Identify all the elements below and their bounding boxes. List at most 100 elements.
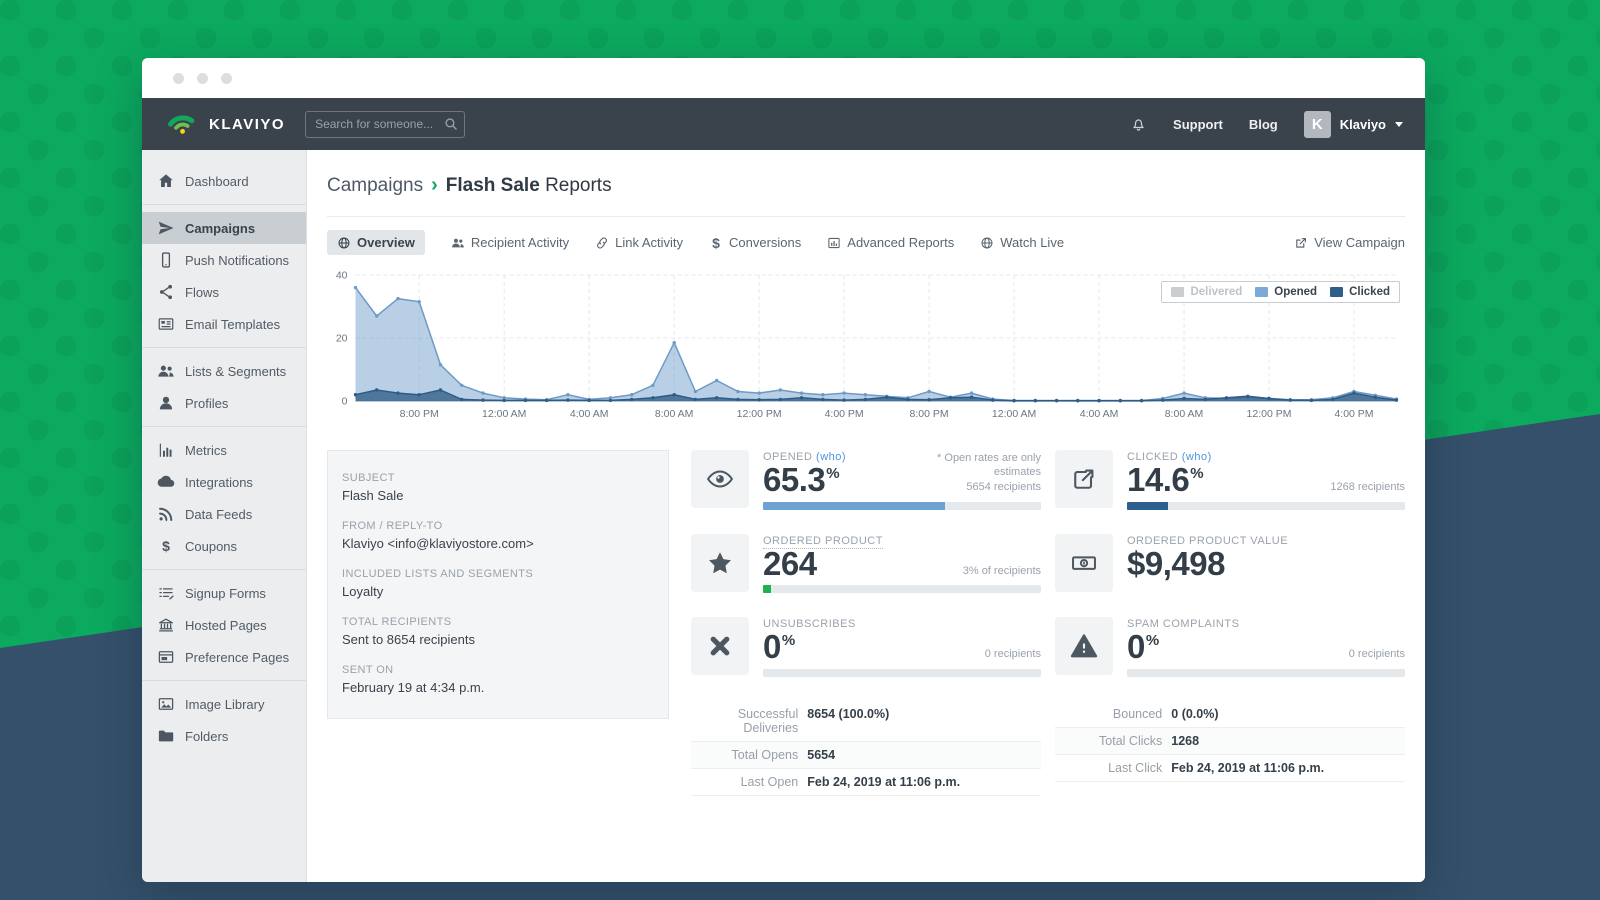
view-campaign-label: View Campaign <box>1314 235 1405 250</box>
info-value: Sent to 8654 recipients <box>342 632 654 647</box>
table-row: Total Clicks 1268 <box>1055 728 1405 755</box>
page-type-label: Reports <box>545 175 612 196</box>
window-control-dot[interactable] <box>173 73 184 84</box>
summary-value: 0 (0.0%) <box>1171 707 1218 721</box>
dollar-icon: $ <box>157 537 175 555</box>
warning-triangle-icon <box>1055 617 1113 675</box>
sidebar-item-folders[interactable]: Folders <box>142 720 306 752</box>
navbar-right: Support Blog K Klaviyo <box>1130 111 1403 138</box>
summary-value: Feb 24, 2019 at 11:06 p.m. <box>1171 761 1324 775</box>
tab-recipient-activity[interactable]: Recipient Activity <box>451 235 569 250</box>
stat-label: SPAM COMPLAINTS <box>1127 618 1405 630</box>
info-label: SENT ON <box>342 664 654 676</box>
svg-text:0: 0 <box>342 396 348 408</box>
money-bill-icon <box>1055 534 1113 592</box>
sidebar-item-image-library[interactable]: Image Library <box>142 688 306 720</box>
sidebar-item-label: Coupons <box>185 539 237 554</box>
sidebar-item-label: Preference Pages <box>185 650 289 665</box>
info-total-recipients: TOTAL RECIPIENTS Sent to 8654 recipients <box>342 616 654 647</box>
sidebar-item-dashboard[interactable]: Dashboard <box>142 165 306 197</box>
tab-watch-live[interactable]: Watch Live <box>980 235 1064 250</box>
sidebar-item-metrics[interactable]: Metrics <box>142 434 306 466</box>
brand-name: KLAVIYO <box>209 116 285 133</box>
legend-opened[interactable]: Opened <box>1255 286 1317 298</box>
sidebar-item-hosted-pages[interactable]: Hosted Pages <box>142 609 306 641</box>
info-label: INCLUDED LISTS AND SEGMENTS <box>342 568 654 580</box>
open-rate-estimate-note: * Open rates are only estimates <box>937 452 1041 480</box>
tab-label: Recipient Activity <box>471 235 569 250</box>
progress-bar <box>1127 669 1405 677</box>
legend-delivered[interactable]: Delivered <box>1171 286 1242 298</box>
sidebar-item-signup-forms[interactable]: Signup Forms <box>142 577 306 609</box>
tab-label: Watch Live <box>1000 235 1064 250</box>
sidebar-item-label: Hosted Pages <box>185 618 267 633</box>
nav-link-blog[interactable]: Blog <box>1249 117 1278 132</box>
sidebar-item-flows[interactable]: Flows <box>142 276 306 308</box>
breadcrumb-campaigns-link[interactable]: Campaigns <box>327 175 423 197</box>
paper-plane-icon <box>157 219 175 237</box>
tab-link-activity[interactable]: Link Activity <box>595 235 683 250</box>
sidebar-item-campaigns[interactable]: Campaigns <box>142 212 306 244</box>
window-control-dot[interactable] <box>197 73 208 84</box>
tab-overview[interactable]: Overview <box>327 230 425 255</box>
stat-label: UNSUBSCRIBES <box>763 618 1041 630</box>
page-title: Flash Sale Reports <box>446 175 612 197</box>
table-row: Last Open Feb 24, 2019 at 11:06 p.m. <box>691 769 1041 796</box>
progress-bar <box>763 502 1041 510</box>
summary-label: Bounced <box>1055 707 1171 721</box>
chart-legend: Delivered Opened Clicked <box>1161 281 1400 303</box>
view-campaign-link[interactable]: View Campaign <box>1294 235 1405 250</box>
summary-label: Successful Deliveries <box>691 707 807 735</box>
rss-icon <box>157 505 175 523</box>
sidebar-item-integrations[interactable]: Integrations <box>142 466 306 498</box>
x-icon <box>691 617 749 675</box>
sidebar-item-label: Email Templates <box>185 317 280 332</box>
klaviyo-brand[interactable]: KLAVIYO <box>164 108 285 140</box>
legend-clicked[interactable]: Clicked <box>1330 286 1390 298</box>
sidebar-item-email-templates[interactable]: Email Templates <box>142 308 306 340</box>
summary-value: 8654 (100.0%) <box>807 707 889 721</box>
svg-text:8:00 AM: 8:00 AM <box>1165 408 1204 420</box>
sidebar-item-preference-pages[interactable]: Preference Pages <box>142 641 306 673</box>
info-value: Flash Sale <box>342 488 654 503</box>
svg-text:12:00 PM: 12:00 PM <box>1247 408 1292 420</box>
nav-link-support[interactable]: Support <box>1173 117 1223 132</box>
external-link-icon <box>1294 236 1308 250</box>
globe-icon <box>337 236 351 250</box>
tab-conversions[interactable]: $ Conversions <box>709 235 801 250</box>
users-group-icon <box>451 236 465 250</box>
sidebar-item-lists-segments[interactable]: Lists & Segments <box>142 355 306 387</box>
sidebar-item-label: Lists & Segments <box>185 364 286 379</box>
cloud-icon <box>157 473 175 491</box>
account-name: Klaviyo <box>1340 117 1386 132</box>
sidebar-item-data-feeds[interactable]: Data Feeds <box>142 498 306 530</box>
sidebar-item-label: Image Library <box>185 697 264 712</box>
sidebar-item-push-notifications[interactable]: Push Notifications <box>142 244 306 276</box>
legend-label: Opened <box>1274 286 1317 298</box>
summary-value: 1268 <box>1171 734 1199 748</box>
tab-label: Overview <box>357 235 415 250</box>
tab-advanced-reports[interactable]: Advanced Reports <box>827 235 954 250</box>
window-titlebar <box>142 58 1425 98</box>
notifications-bell-icon[interactable] <box>1130 116 1147 133</box>
window-control-dot[interactable] <box>221 73 232 84</box>
info-label: SUBJECT <box>342 472 654 484</box>
campaign-info-panel: SUBJECT Flash Sale FROM / REPLY-TO Klavi… <box>327 450 669 719</box>
sidebar-item-profiles[interactable]: Profiles <box>142 387 306 419</box>
summary-label: Total Opens <box>691 748 807 762</box>
main-content: Campaigns › Flash Sale Reports Overview <box>307 150 1425 882</box>
sidebar-item-label: Metrics <box>185 443 227 458</box>
stat-recipients: 0 recipients <box>1349 648 1405 660</box>
search-input[interactable] <box>305 111 465 138</box>
sidebar-item-coupons[interactable]: $ Coupons <box>142 530 306 562</box>
bank-columns-icon <box>157 616 175 634</box>
klaviyo-logo-icon <box>164 108 200 140</box>
bar-chart-icon <box>157 441 175 459</box>
svg-text:12:00 AM: 12:00 AM <box>482 408 526 420</box>
sidebar-item-label: Campaigns <box>185 221 255 236</box>
flow-nodes-icon <box>157 283 175 301</box>
report-tabs: Overview Recipient Activity <box>327 217 1405 259</box>
info-label: TOTAL RECIPIENTS <box>342 616 654 628</box>
account-menu[interactable]: K Klaviyo <box>1304 111 1403 138</box>
search-icon[interactable] <box>444 117 458 136</box>
